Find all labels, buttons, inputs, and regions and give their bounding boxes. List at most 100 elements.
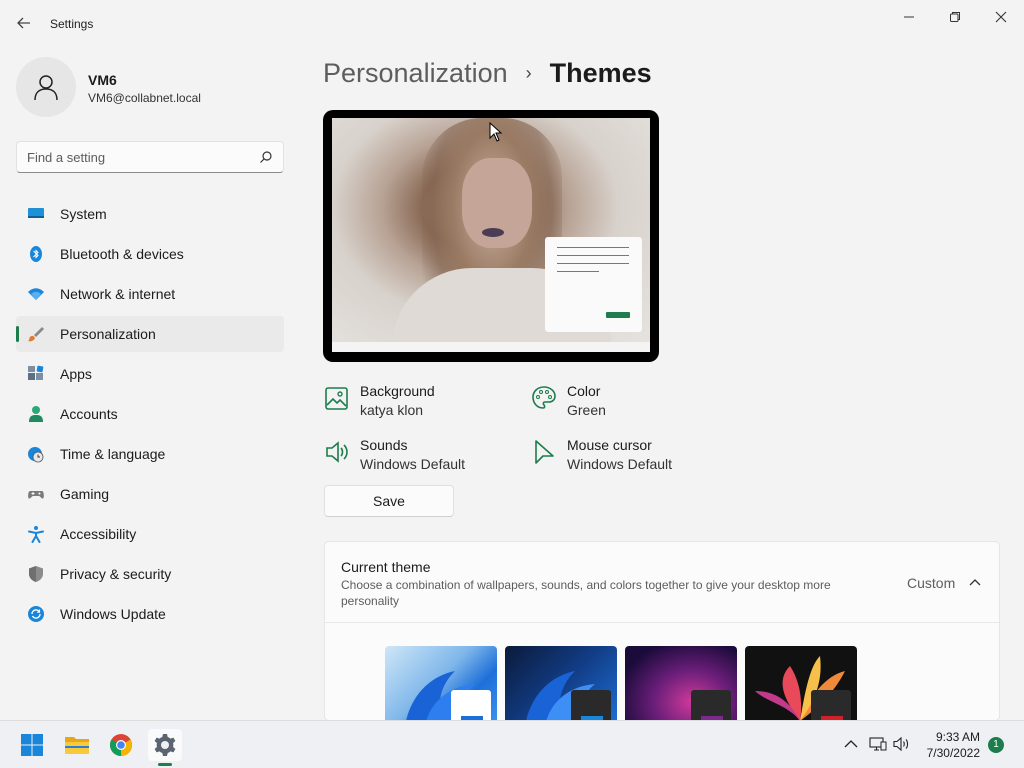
color-setting[interactable]: Color Green xyxy=(531,382,606,420)
chevron-up-icon[interactable] xyxy=(968,576,982,590)
gamepad-icon xyxy=(27,485,45,503)
sounds-value: Windows Default xyxy=(360,456,466,472)
title-bar: Settings xyxy=(0,0,1024,40)
avatar xyxy=(16,57,76,117)
wifi-icon xyxy=(27,285,45,303)
sidebar-item-label: Gaming xyxy=(60,486,110,502)
user-email: VM6@collabnet.local xyxy=(88,91,201,105)
sidebar-item-privacy-security[interactable]: Privacy & security xyxy=(16,556,284,592)
sidebar-item-label: Network & internet xyxy=(60,286,176,302)
mouse-cursor-value: Windows Default xyxy=(567,456,673,472)
folder-icon xyxy=(65,737,89,754)
bluetooth-icon xyxy=(27,245,45,263)
person-icon xyxy=(34,75,58,101)
brush-icon xyxy=(27,325,45,343)
sounds-label: Sounds xyxy=(360,437,408,453)
close-icon xyxy=(995,11,1007,23)
current-theme-card: Current theme Choose a combination of wa… xyxy=(324,541,1000,721)
sidebar-item-system[interactable]: System xyxy=(16,196,284,232)
preview-window xyxy=(545,237,642,332)
arrow-left-icon xyxy=(17,17,30,29)
close-button[interactable] xyxy=(978,6,1024,28)
sidebar-item-accounts[interactable]: Accounts xyxy=(16,396,284,432)
user-profile[interactable]: VM6 VM6@collabnet.local xyxy=(16,57,276,117)
chrome-button[interactable] xyxy=(104,729,138,761)
chevron-up-icon[interactable] xyxy=(842,736,860,752)
theme-thumbnail[interactable] xyxy=(745,646,857,720)
preview-taskbar xyxy=(332,342,650,352)
background-value: katya klon xyxy=(360,402,424,418)
app-title: Settings xyxy=(50,17,94,31)
sidebar-item-gaming[interactable]: Gaming xyxy=(16,476,284,512)
globe-clock-icon xyxy=(27,445,45,463)
wallpaper-detail xyxy=(482,228,504,237)
breadcrumb-parent[interactable]: Personalization xyxy=(323,58,508,89)
sidebar-item-label: Windows Update xyxy=(60,606,166,622)
search-icon xyxy=(260,151,272,163)
restore-button[interactable] xyxy=(932,6,978,28)
user-name: VM6 xyxy=(88,72,117,88)
minimize-button[interactable] xyxy=(886,6,932,28)
speaker-icon xyxy=(326,441,348,463)
sidebar-item-windows-update[interactable]: Windows Update xyxy=(16,596,284,632)
save-button[interactable]: Save xyxy=(324,485,454,517)
minimize-icon xyxy=(904,16,914,18)
sidebar-item-personalization[interactable]: Personalization xyxy=(16,316,284,352)
breadcrumb: Personalization › Themes xyxy=(323,58,652,89)
current-theme-description: Choose a combination of wallpapers, soun… xyxy=(341,578,831,608)
sidebar-item-label: Accounts xyxy=(60,406,118,422)
theme-thumbnail[interactable] xyxy=(505,646,617,720)
restore-icon xyxy=(950,12,960,22)
clock-date[interactable]: 7/30/2022 xyxy=(927,746,980,760)
shield-icon xyxy=(27,565,45,583)
current-theme-value: Custom xyxy=(907,575,956,591)
cursor-icon xyxy=(535,440,554,464)
sounds-setting[interactable]: Sounds Windows Default xyxy=(324,436,465,474)
sidebar-item-accessibility[interactable]: Accessibility xyxy=(16,516,284,552)
sidebar-item-label: Privacy & security xyxy=(60,566,172,582)
chrome-icon xyxy=(110,734,132,756)
sidebar-nav: System Bluetooth & devices Network & int… xyxy=(16,196,284,636)
background-setting[interactable]: Background katya klon xyxy=(324,382,435,420)
sidebar-item-time-language[interactable]: Time & language xyxy=(16,436,284,472)
file-explorer-button[interactable] xyxy=(60,729,94,761)
accessibility-icon xyxy=(27,525,45,543)
background-label: Background xyxy=(360,383,435,399)
color-label: Color xyxy=(567,383,601,399)
theme-thumbnail[interactable] xyxy=(625,646,737,720)
sidebar-item-network[interactable]: Network & internet xyxy=(16,276,284,312)
current-theme-title: Current theme xyxy=(341,559,431,575)
monitor-icon xyxy=(27,205,45,223)
network-icon[interactable] xyxy=(869,736,887,752)
back-button[interactable] xyxy=(14,13,34,33)
page-title: Themes xyxy=(549,58,652,88)
sidebar-item-bluetooth[interactable]: Bluetooth & devices xyxy=(16,236,284,272)
sidebar-item-label: Accessibility xyxy=(60,526,137,542)
search-input[interactable] xyxy=(27,142,247,172)
notification-badge[interactable]: 1 xyxy=(988,737,1004,753)
sidebar-item-label: System xyxy=(60,206,107,222)
sidebar-item-label: Time & language xyxy=(60,446,166,462)
volume-icon[interactable] xyxy=(893,736,911,752)
search-box[interactable] xyxy=(16,141,284,173)
sidebar-item-label: Bluetooth & devices xyxy=(60,246,184,262)
sidebar-item-label: Apps xyxy=(60,366,92,382)
apps-icon xyxy=(27,365,45,383)
person-icon xyxy=(27,405,45,423)
preview-screen xyxy=(332,118,650,352)
update-icon xyxy=(27,605,45,623)
theme-preview xyxy=(323,110,659,362)
sidebar-item-apps[interactable]: Apps xyxy=(16,356,284,392)
clock-time[interactable]: 9:33 AM xyxy=(936,730,980,744)
chevron-right-icon: › xyxy=(525,63,532,83)
settings-taskbar-button[interactable] xyxy=(148,729,182,761)
current-theme-header[interactable]: Current theme Choose a combination of wa… xyxy=(325,542,999,623)
mouse-cursor-label: Mouse cursor xyxy=(567,437,652,453)
mouse-cursor-setting[interactable]: Mouse cursor Windows Default xyxy=(531,436,672,474)
image-icon xyxy=(325,387,348,410)
sidebar-item-label: Personalization xyxy=(60,326,156,342)
mouse-pointer-icon xyxy=(489,122,503,142)
start-button[interactable] xyxy=(15,729,49,761)
color-value: Green xyxy=(567,402,606,418)
theme-thumbnail[interactable] xyxy=(385,646,497,720)
